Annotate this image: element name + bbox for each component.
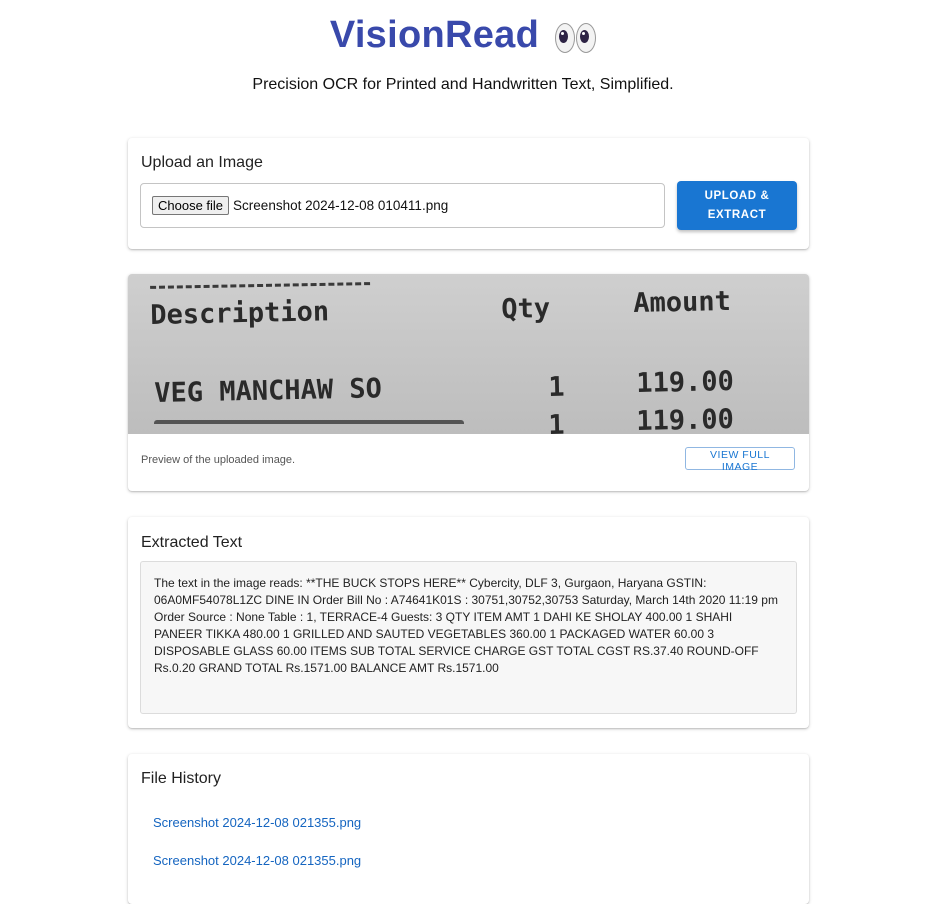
left-eye <box>555 22 576 53</box>
receipt-item-1-qty: 1 <box>548 371 565 403</box>
upload-card: Upload an Image Choose file Screenshot 2… <box>128 138 809 249</box>
receipt-amount: Amount <box>633 285 732 319</box>
history-file-link[interactable]: Screenshot 2024-12-08 021355.png <box>153 815 361 830</box>
title-row: VisionRead <box>0 14 926 57</box>
upload-extract-button[interactable]: UPLOAD & EXTRACT <box>677 181 797 230</box>
selected-file-name: Screenshot 2024-12-08 010411.png <box>233 198 449 213</box>
receipt-description: Description <box>150 296 330 331</box>
receipt-item-1-amount: 119.00 <box>636 365 735 399</box>
preview-caption: Preview of the uploaded image. <box>141 454 296 466</box>
choose-file-button[interactable]: Choose file <box>152 196 230 215</box>
file-input[interactable]: Choose file Screenshot 2024-12-08 010411… <box>140 183 665 228</box>
extracted-heading: Extracted Text <box>141 534 243 551</box>
receipt-item-1: VEG MANCHAW SO <box>154 373 383 409</box>
app-subtitle: Precision OCR for Printed and Handwritte… <box>252 76 674 93</box>
receipt-item-2-qty: 1 <box>548 409 565 434</box>
receipt-dash-line <box>149 274 371 289</box>
history-file-link[interactable]: Screenshot 2024-12-08 021355.png <box>153 853 361 868</box>
extracted-text-card: Extracted Text The text in the image rea… <box>128 517 809 728</box>
receipt-cut-line <box>154 420 464 430</box>
receipt-qty: Qty <box>501 292 551 325</box>
right-eye <box>576 22 597 53</box>
app-title: VisionRead <box>329 14 540 56</box>
history-heading: File History <box>141 770 222 787</box>
eyes-icon <box>555 22 597 53</box>
view-full-image-button[interactable]: VIEW FULL IMAGE <box>685 447 795 473</box>
receipt-item-2-amount: 119.00 <box>636 403 735 434</box>
extracted-text-box[interactable]: The text in the image reads: **THE BUCK … <box>140 561 797 714</box>
upload-heading: Upload an Image <box>141 154 263 171</box>
file-history-card: File History Screenshot 2024-12-08 02135… <box>128 754 809 904</box>
preview-card: Description Qty Amount VEG MANCHAW SO 1 … <box>128 274 809 491</box>
uploaded-image-preview: Description Qty Amount VEG MANCHAW SO 1 … <box>128 274 809 434</box>
